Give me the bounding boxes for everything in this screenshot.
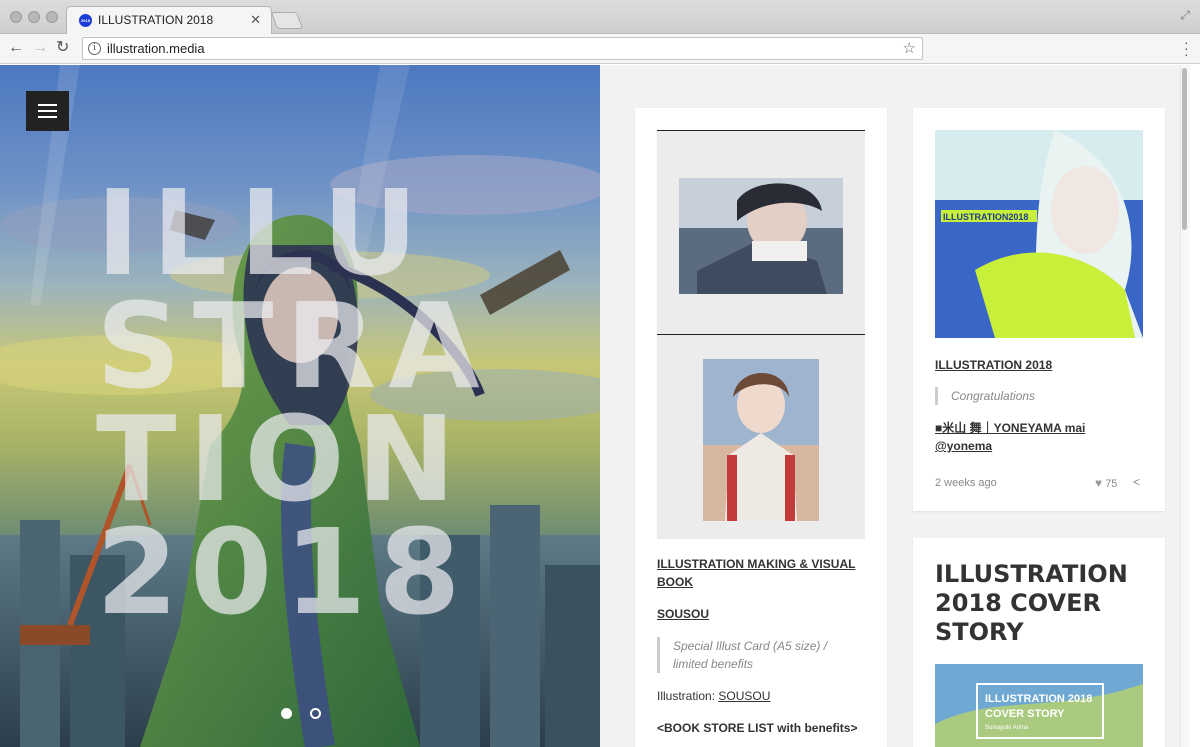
menu-button[interactable] bbox=[26, 91, 69, 131]
heart-icon: ♥ bbox=[1095, 476, 1103, 490]
url-text[interactable]: illustration.media bbox=[107, 41, 205, 56]
browser-toolbar: ← → ↻ i illustration.media ☆ · · · bbox=[0, 34, 1200, 64]
artist-link[interactable]: ■米山 舞｜YONEYAMA mai @yonema bbox=[935, 419, 1105, 455]
post-card-illustration-2018: ILLUSTRATION2018 ILLUSTRATION 2018 Congr… bbox=[913, 108, 1165, 511]
back-arrow-icon[interactable]: ← bbox=[8, 38, 24, 58]
illustration-thumbnail bbox=[679, 178, 843, 294]
post-card-making-book: ILLUSTRATION MAKING & VISUAL BOOK SOUSOU… bbox=[635, 108, 887, 747]
like-count: 75 bbox=[1105, 478, 1118, 490]
slideshow-pagination bbox=[281, 706, 335, 724]
cover-illustration: ILLUSTRATION2018 bbox=[935, 130, 1143, 338]
illustration-thumbnail bbox=[703, 359, 819, 521]
minimize-window-button[interactable] bbox=[28, 11, 40, 23]
like-button[interactable]: ♥ 75 bbox=[1095, 476, 1117, 490]
favicon-icon: 2018 bbox=[79, 14, 92, 27]
menu-line bbox=[38, 104, 57, 106]
image-subtitle: Sumayuki Arima bbox=[985, 725, 1029, 731]
post-title-link[interactable]: ILLUSTRATION 2018 bbox=[935, 356, 1052, 374]
slide-dot-2[interactable] bbox=[310, 708, 322, 719]
menu-line bbox=[38, 116, 57, 118]
post-heading[interactable]: ILLUSTRATION 2018 COVER STORY bbox=[935, 560, 1145, 647]
info-icon[interactable]: i bbox=[88, 42, 101, 55]
post-quote: Congratulations bbox=[935, 387, 1035, 405]
vertical-scrollbar[interactable] bbox=[1180, 65, 1190, 747]
illustration-label: Illustration: bbox=[657, 689, 719, 703]
book-image-2[interactable] bbox=[657, 334, 865, 539]
hero-title: ILLU STRA TION 2018 bbox=[96, 164, 492, 641]
post-title-link[interactable]: ILLUSTRATION MAKING & VISUAL BOOK bbox=[657, 555, 867, 591]
illustration-credit: Illustration: SOUSOU bbox=[657, 687, 770, 705]
browser-tab[interactable]: 2018 ILLUSTRATION 2018 ✕ bbox=[66, 6, 272, 35]
forward-arrow-icon[interactable]: → bbox=[32, 38, 48, 58]
tab-title: ILLUSTRATION 2018 bbox=[98, 13, 214, 27]
post-quote: Special Illust Card (A5 size) / limited … bbox=[657, 637, 857, 673]
slide-dot-1[interactable] bbox=[281, 708, 292, 719]
post-card-cover-story: ILLUSTRATION 2018 COVER STORY ILLUSTRATI… bbox=[913, 538, 1165, 747]
browser-menu-icon[interactable]: · · · bbox=[1184, 35, 1189, 61]
store-list-text: <BOOK STORE LIST with benefits> bbox=[657, 721, 858, 735]
cover-story-illustration: ILLUSTRATION 2018 COVER STORY Sumayuki A… bbox=[935, 664, 1143, 747]
illustration-artist-link[interactable]: SOUSOU bbox=[718, 689, 770, 703]
cover-label: ILLUSTRATION2018 bbox=[943, 212, 1028, 222]
book-image-1[interactable] bbox=[657, 130, 865, 334]
artist-link[interactable]: SOUSOU bbox=[657, 605, 709, 623]
page-content: ILLU STRA TION 2018 ILLUSTRATION MAKING … bbox=[0, 65, 1200, 747]
fullscreen-icon[interactable]: ⤢ bbox=[1180, 8, 1190, 23]
image-title-line1: ILLUSTRATION 2018 bbox=[985, 693, 1092, 705]
scrollbar-thumb[interactable] bbox=[1182, 68, 1187, 230]
post-feed: ILLUSTRATION MAKING & VISUAL BOOK SOUSOU… bbox=[600, 65, 1190, 747]
cover-story-image[interactable]: ILLUSTRATION 2018 COVER STORY Sumayuki A… bbox=[935, 664, 1143, 747]
bookmark-star-icon[interactable]: ☆ bbox=[903, 39, 916, 57]
cover-image[interactable]: ILLUSTRATION2018 bbox=[935, 130, 1143, 338]
menu-line bbox=[38, 110, 57, 112]
close-window-button[interactable] bbox=[10, 11, 22, 23]
close-tab-icon[interactable]: ✕ bbox=[250, 12, 261, 28]
browser-tab-bar: 2018 ILLUSTRATION 2018 ✕ ⤢ bbox=[0, 0, 1200, 35]
share-icon[interactable]: < bbox=[1133, 475, 1140, 489]
hero-slideshow: ILLU STRA TION 2018 bbox=[0, 65, 600, 747]
new-tab-button[interactable] bbox=[270, 12, 304, 29]
post-timestamp: 2 weeks ago bbox=[935, 477, 997, 489]
reload-icon[interactable]: ↻ bbox=[56, 38, 69, 58]
maximize-window-button[interactable] bbox=[46, 11, 58, 23]
address-bar[interactable]: i illustration.media ☆ bbox=[82, 37, 923, 60]
image-title-line2: COVER STORY bbox=[985, 708, 1065, 720]
